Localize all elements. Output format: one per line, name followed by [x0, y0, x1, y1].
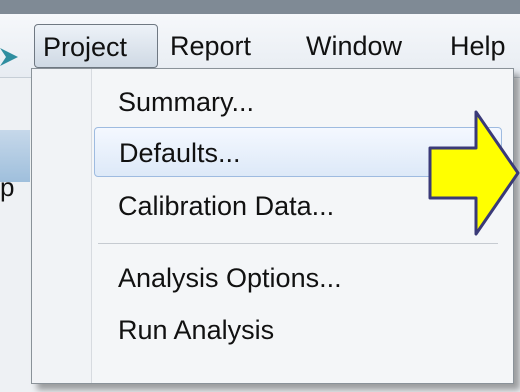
menu-help[interactable]: Help — [442, 24, 520, 68]
window-top-strip — [0, 0, 520, 14]
menu-window[interactable]: Window — [298, 24, 410, 68]
menu-item-run-analysis[interactable]: Run Analysis — [94, 305, 502, 355]
menu-separator — [98, 243, 498, 244]
menu-item-analysis-options[interactable]: Analysis Options... — [94, 253, 502, 303]
pointer-arrow-icon — [0, 48, 18, 66]
menu-icon-gutter — [32, 69, 92, 383]
menu-project[interactable]: Project — [34, 24, 158, 68]
callout-arrow-icon — [428, 110, 520, 236]
menu-report[interactable]: Report — [162, 24, 259, 68]
background-clipped-text: p — [0, 172, 15, 202]
